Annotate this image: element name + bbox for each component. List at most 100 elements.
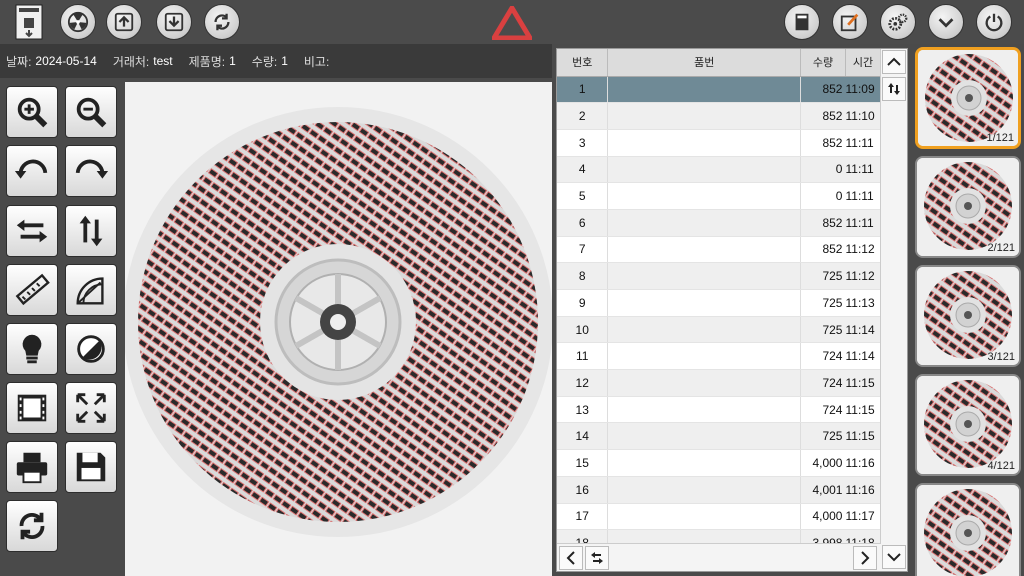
col-header-qty[interactable]: 수량 [800,49,846,77]
row-time: 11:17 [845,503,881,531]
flip-vertical-button[interactable] [65,205,117,257]
table-row[interactable]: 7 852 11:12 [557,236,881,264]
radiation-button[interactable] [60,4,96,40]
row-code [607,156,802,184]
flip-horizontal-button[interactable] [6,205,58,257]
row-code [607,236,802,264]
thumbnail-caption: 2/121 [987,242,1015,254]
vertical-scrollbar[interactable] [880,49,907,571]
row-code [607,503,802,531]
thumbnail-item[interactable]: 1/121 [915,47,1021,149]
table-row[interactable]: 4 0 11:11 [557,156,881,184]
protractor-button[interactable] [65,264,117,316]
thumbnail-item[interactable] [915,483,1021,576]
table-row[interactable]: 12 724 11:15 [557,369,881,397]
row-quantity: 725 [800,316,846,344]
thumbnail-reel-image [917,485,1019,576]
rotate-right-button[interactable] [65,145,117,197]
row-number: 2 [557,102,609,130]
thumbnail-item[interactable]: 4/121 [915,374,1021,476]
table-row[interactable]: 8 725 11:12 [557,262,881,290]
refresh-button[interactable] [204,4,240,40]
top-toolbar [0,0,1024,44]
device-icon[interactable] [14,4,44,40]
chevron-up-icon [887,57,901,66]
row-number: 4 [557,156,609,184]
zoom-out-button[interactable] [65,86,117,138]
zoom-in-button[interactable] [6,86,58,138]
reset-button[interactable] [6,500,58,552]
table-row[interactable]: 18 3,99811:18 [557,529,881,543]
row-time: 11:13 [845,289,881,317]
row-quantity: 4,000 [800,503,846,531]
table-row[interactable]: 15 4,000 11:16 [557,449,881,477]
table-row[interactable]: 11 724 11:14 [557,342,881,371]
tool-panel [0,78,124,576]
row-time: 11:11 [845,209,881,237]
qty-value: 1 [281,54,288,68]
info-bar: 날짜: 2024-05-14 거래처: test 제품명: 1 수량: 1 비고… [0,44,552,78]
result-table: 번호 품번 수량 시간 1 852 11:09 2 852 11:10 3 852 11:11 4… [556,48,908,572]
ruler-button[interactable] [6,264,58,316]
scroll-right-button[interactable] [853,546,877,570]
contrast-icon [77,335,105,363]
book-button[interactable] [784,4,820,40]
flip-horizontal-icon [16,219,48,243]
thumbnail-caption: 1/121 [986,132,1014,144]
thumbnail-item[interactable]: 3/121 [915,265,1021,367]
row-quantity: 852 [800,102,846,130]
download-button[interactable] [156,4,192,40]
scroll-left-button[interactable] [559,546,583,570]
table-row[interactable]: 1 852 11:09 [557,76,881,104]
row-code [607,396,802,424]
scroll-up-button[interactable] [882,50,906,74]
table-row[interactable]: 17 4,000 11:17 [557,503,881,531]
xray-image-viewer[interactable] [125,82,552,576]
row-number: 17 [557,503,609,531]
table-row[interactable]: 2 852 11:10 [557,102,881,130]
zoom-out-icon [76,97,107,128]
scroll-swap-button[interactable] [882,77,906,101]
row-number: 14 [557,422,609,451]
thumbnail-item[interactable]: 2/121 [915,156,1021,258]
row-code [607,289,802,317]
col-header-code[interactable]: 품번 [607,49,802,77]
row-number: 13 [557,396,609,424]
table-row[interactable]: 14 725 11:15 [557,422,881,451]
row-number: 8 [557,262,609,290]
row-quantity: 852 [800,236,846,264]
film-button[interactable] [6,382,58,434]
fit-screen-button[interactable] [65,382,117,434]
menu-dropdown-button[interactable] [928,4,964,40]
table-row[interactable]: 3 852 11:11 [557,129,881,157]
col-header-time[interactable]: 시간 [845,49,881,77]
refresh-icon [19,512,45,540]
row-number: 12 [557,369,609,397]
print-button[interactable] [6,441,58,493]
horizontal-scrollbar[interactable] [557,543,881,571]
row-code [607,209,802,237]
chevron-down-icon [938,18,954,28]
upload-button[interactable] [106,4,142,40]
contrast-button[interactable] [65,323,117,375]
table-row[interactable]: 16 4,001 11:16 [557,476,881,504]
edit-button[interactable] [832,4,868,40]
expand-icon [76,393,106,423]
row-time: 11:18 [845,529,881,543]
col-header-no[interactable]: 번호 [557,49,609,77]
brightness-button[interactable] [6,323,58,375]
table-row[interactable]: 6 852 11:11 [557,209,881,237]
settings-button[interactable] [880,4,916,40]
scroll-swap-horizontal-button[interactable] [585,546,609,570]
power-button[interactable] [976,4,1012,40]
row-number: 9 [557,289,609,317]
row-number: 18 [557,529,609,543]
table-row[interactable]: 13 724 11:15 [557,396,881,424]
rotate-left-button[interactable] [6,145,58,197]
table-row[interactable]: 10 725 11:14 [557,316,881,344]
row-quantity: 0 [800,156,846,184]
table-row[interactable]: 5 0 11:11 [557,182,881,210]
save-button[interactable] [65,441,117,493]
table-row[interactable]: 9 725 11:13 [557,289,881,317]
scroll-down-button[interactable] [882,545,906,569]
